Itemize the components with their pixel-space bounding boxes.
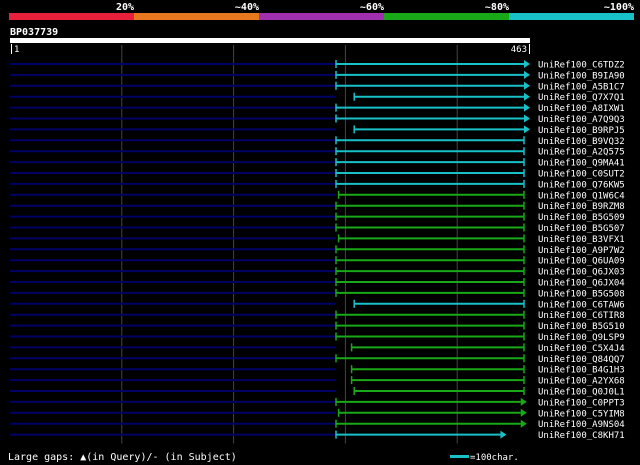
hit-label[interactable]: UniRef100_Q1W6C4: [538, 191, 625, 201]
legend-label: ~40%: [235, 2, 259, 13]
hit-arrow-head: [500, 430, 507, 439]
hit-label[interactable]: UniRef100_Q76KW5: [538, 180, 625, 190]
hit-label[interactable]: UniRef100_B9RPJ5: [538, 126, 625, 136]
hit-arrow-head: [520, 419, 527, 428]
hit-label[interactable]: UniRef100_B3VFX1: [538, 235, 625, 245]
hit-label[interactable]: UniRef100_Q6UA09: [538, 257, 625, 267]
query-name: BP037739: [10, 27, 58, 38]
legend-label: ~100%: [604, 2, 634, 13]
scale-bar: [450, 455, 469, 458]
hit-label[interactable]: UniRef100_B5G508: [538, 289, 625, 299]
hit-label[interactable]: UniRef100_B5G509: [538, 213, 625, 223]
legend-label: ~60%: [360, 2, 384, 13]
hit-list: UniRef100_C6TDZ2UniRef100_B9IA90UniRef10…: [10, 60, 625, 441]
legend-segment: [384, 13, 509, 20]
hit-arrow-head: [524, 103, 530, 112]
hit-label[interactable]: UniRef100_A2Q575: [538, 148, 625, 158]
hit-arrow-head: [520, 397, 527, 406]
hit-label[interactable]: UniRef100_B5G510: [538, 322, 625, 332]
grid-lines: [121, 45, 458, 444]
legend-label: ~80%: [485, 2, 509, 13]
legend-segment: [134, 13, 259, 20]
hit-label[interactable]: UniRef100_B4G1H3: [538, 366, 625, 376]
hit-arrow-head: [524, 70, 530, 79]
hit-label[interactable]: UniRef100_Q0J0L1: [538, 388, 625, 398]
hit-label[interactable]: UniRef100_A8IXW1: [538, 104, 625, 114]
hit-label[interactable]: UniRef100_A2YX68: [538, 377, 625, 387]
hit-arrow-head: [520, 408, 527, 417]
hit-label[interactable]: UniRef100_Q6JX04: [538, 279, 625, 289]
hit-arrow-head: [524, 81, 530, 90]
hit-label[interactable]: UniRef100_B9RZM8: [538, 202, 625, 212]
hit-label[interactable]: UniRef100_Q6JX03: [538, 268, 625, 278]
blast-overview-canvas: 20% ~40% ~60% ~80% ~100% BP037739 1 463 UniR…: [8, 2, 634, 463]
hit-arrow-head: [524, 92, 530, 101]
hit-arrow-head: [524, 114, 530, 123]
hit-label[interactable]: UniRef100_C5YIM8: [538, 409, 625, 419]
hit-arrow-head: [524, 125, 530, 134]
hit-label[interactable]: UniRef100_A7Q9Q3: [538, 115, 625, 125]
hit-label[interactable]: UniRef100_Q9MA41: [538, 159, 625, 169]
scale-label: =100char.: [470, 453, 519, 463]
ruler-start-label: 1: [14, 45, 19, 55]
hit-arrow-head: [524, 60, 530, 68]
identity-legend-bar: [9, 13, 634, 20]
legend-segment: [509, 13, 634, 20]
gaps-legend: Large gaps: ▲(in Query)/- (in Subject): [8, 452, 237, 463]
hit-label[interactable]: UniRef100_C6TDZ2: [538, 61, 625, 71]
hit-label[interactable]: UniRef100_Q84QQ7: [538, 355, 625, 365]
hit-label[interactable]: UniRef100_C5X4J4: [538, 344, 625, 354]
legend-segment: [9, 13, 134, 20]
footer: Large gaps: ▲(in Query)/- (in Subject) =…: [8, 452, 519, 463]
ruler-end-label: 463: [511, 45, 527, 55]
hit-label[interactable]: UniRef100_C6TIR8: [538, 311, 625, 321]
query-bar: [10, 38, 530, 43]
legend-label: 20%: [116, 2, 134, 13]
hit-label[interactable]: UniRef100_Q7X7Q1: [538, 93, 625, 103]
hit-label[interactable]: UniRef100_A9P7W2: [538, 246, 625, 256]
hit-label[interactable]: UniRef100_C8KH71: [538, 431, 625, 441]
hit-label[interactable]: UniRef100_B5G507: [538, 224, 625, 234]
identity-legend-labels: 20% ~40% ~60% ~80% ~100%: [116, 2, 634, 13]
hit-label[interactable]: UniRef100_C0SUT2: [538, 170, 625, 180]
hit-label[interactable]: UniRef100_A5B1C7: [538, 82, 625, 92]
hit-label[interactable]: UniRef100_C6TAW6: [538, 300, 625, 310]
hit-label[interactable]: UniRef100_Q9LSP9: [538, 333, 625, 343]
hit-label[interactable]: UniRef100_A9NS04: [538, 420, 625, 430]
hit-label[interactable]: UniRef100_C0PPT3: [538, 398, 625, 408]
hit-label[interactable]: UniRef100_B9IA90: [538, 71, 625, 81]
legend-segment: [259, 13, 384, 20]
hit-label[interactable]: UniRef100_B9VQ32: [538, 137, 625, 147]
query-ruler: 1 463: [11, 44, 530, 55]
